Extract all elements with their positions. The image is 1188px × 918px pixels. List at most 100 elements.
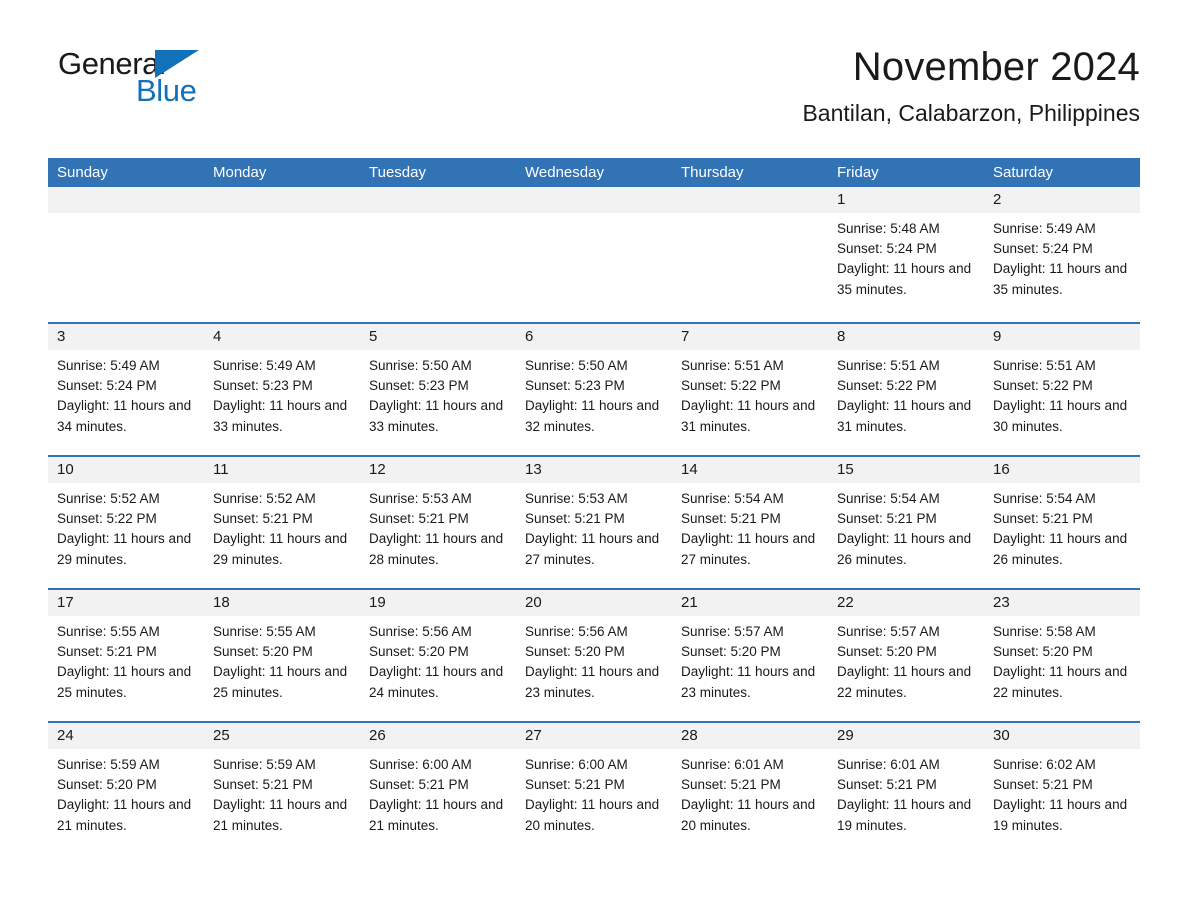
- sunset-text: Sunset: 5:22 PM: [837, 378, 937, 394]
- day-cell[interactable]: 10 Sunrise: 5:52 AM Sunset: 5:22 PM Dayligh…: [48, 457, 204, 588]
- day-number: 27: [516, 723, 672, 749]
- day-cell[interactable]: 14 Sunrise: 5:54 AM Sunset: 5:21 PM Dayligh…: [672, 457, 828, 588]
- sunrise-text: Sunrise: 5:51 AM: [837, 358, 940, 373]
- day-cell[interactable]: 12 Sunrise: 5:53 AM Sunset: 5:21 PM Dayligh…: [360, 457, 516, 588]
- sunrise-text: Sunrise: 5:51 AM: [993, 358, 1096, 373]
- day-cell[interactable]: 9 Sunrise: 5:51 AM Sunset: 5:22 PM Daylight…: [984, 324, 1140, 455]
- day-number: [360, 187, 516, 213]
- daylight-text: Daylight: 11 hours and 25 minutes.: [57, 664, 192, 700]
- day-number: 5: [360, 324, 516, 350]
- day-cell[interactable]: 29 Sunrise: 6:01 AM Sunset: 5:21 PM Dayligh…: [828, 723, 984, 854]
- sunset-text: Sunset: 5:20 PM: [993, 644, 1093, 660]
- day-cell[interactable]: 3 Sunrise: 5:49 AM Sunset: 5:24 PM Daylight…: [48, 324, 204, 455]
- day-cell[interactable]: 16 Sunrise: 5:54 AM Sunset: 5:21 PM Dayligh…: [984, 457, 1140, 588]
- day-details: Sunrise: 5:53 AM Sunset: 5:21 PM Daylight:…: [516, 483, 672, 570]
- sunset-text: Sunset: 5:21 PM: [993, 777, 1093, 793]
- sunset-text: Sunset: 5:24 PM: [57, 378, 157, 394]
- sunset-text: Sunset: 5:21 PM: [213, 777, 313, 793]
- sunrise-text: Sunrise: 5:54 AM: [837, 491, 940, 506]
- day-cell[interactable]: 6 Sunrise: 5:50 AM Sunset: 5:23 PM Daylight…: [516, 324, 672, 455]
- day-cell[interactable]: 21 Sunrise: 5:57 AM Sunset: 5:20 PM Dayligh…: [672, 590, 828, 721]
- day-cell[interactable]: 19 Sunrise: 5:56 AM Sunset: 5:20 PM Dayligh…: [360, 590, 516, 721]
- day-cell[interactable]: 27 Sunrise: 6:00 AM Sunset: 5:21 PM Dayligh…: [516, 723, 672, 854]
- day-cell[interactable]: 30 Sunrise: 6:02 AM Sunset: 5:21 PM Dayligh…: [984, 723, 1140, 854]
- day-number: 6: [516, 324, 672, 350]
- sunset-text: Sunset: 5:21 PM: [525, 777, 625, 793]
- day-details: Sunrise: 5:50 AM Sunset: 5:23 PM Daylight:…: [516, 350, 672, 437]
- day-cell[interactable]: 7 Sunrise: 5:51 AM Sunset: 5:22 PM Daylight…: [672, 324, 828, 455]
- daylight-text: Daylight: 11 hours and 22 minutes.: [993, 664, 1128, 700]
- calendar-table: Sunday Monday Tuesday Wednesday Thursday Frid…: [48, 158, 1140, 854]
- general-blue-logo[interactable]: General Blue: [58, 48, 218, 118]
- day-number: 14: [672, 457, 828, 483]
- sunset-text: Sunset: 5:21 PM: [681, 777, 781, 793]
- day-cell[interactable]: 18 Sunrise: 5:55 AM Sunset: 5:20 PM Dayligh…: [204, 590, 360, 721]
- calendar-week-row: 24 Sunrise: 5:59 AM Sunset: 5:20 PM Dayligh…: [48, 721, 1140, 854]
- day-number: 26: [360, 723, 516, 749]
- daylight-text: Daylight: 11 hours and 31 minutes.: [681, 398, 816, 434]
- sunset-text: Sunset: 5:21 PM: [525, 511, 625, 527]
- location-subtitle: Bantilan, Calabarzon, Philippines: [802, 100, 1140, 126]
- sunrise-text: Sunrise: 5:58 AM: [993, 624, 1096, 639]
- day-cell-empty: [360, 187, 516, 322]
- day-cell-empty: [516, 187, 672, 322]
- sunset-text: Sunset: 5:20 PM: [57, 777, 157, 793]
- day-cell[interactable]: 15 Sunrise: 5:54 AM Sunset: 5:21 PM Dayligh…: [828, 457, 984, 588]
- title-block: November 2024 Bantilan, Calabarzon, Phil…: [802, 44, 1140, 126]
- sunrise-text: Sunrise: 5:57 AM: [837, 624, 940, 639]
- day-details: Sunrise: 5:59 AM Sunset: 5:21 PM Daylight:…: [204, 749, 360, 836]
- day-cell[interactable]: 2 Sunrise: 5:49 AM Sunset: 5:24 PM Daylight…: [984, 187, 1140, 322]
- daylight-text: Daylight: 11 hours and 24 minutes.: [369, 664, 504, 700]
- day-details: Sunrise: 5:51 AM Sunset: 5:22 PM Daylight:…: [828, 350, 984, 437]
- day-details: Sunrise: 5:58 AM Sunset: 5:20 PM Daylight:…: [984, 616, 1140, 703]
- day-cell[interactable]: 4 Sunrise: 5:49 AM Sunset: 5:23 PM Daylight…: [204, 324, 360, 455]
- day-cell[interactable]: 13 Sunrise: 5:53 AM Sunset: 5:21 PM Dayligh…: [516, 457, 672, 588]
- day-number: [204, 187, 360, 213]
- weekday-header-tuesday: Tuesday: [369, 164, 426, 181]
- day-number: 19: [360, 590, 516, 616]
- sunset-text: Sunset: 5:21 PM: [993, 511, 1093, 527]
- sunrise-text: Sunrise: 5:49 AM: [213, 358, 316, 373]
- day-details: Sunrise: 5:59 AM Sunset: 5:20 PM Daylight:…: [48, 749, 204, 836]
- day-number: 23: [984, 590, 1140, 616]
- page-title: November 2024: [852, 45, 1140, 89]
- day-cell[interactable]: 28 Sunrise: 6:01 AM Sunset: 5:21 PM Dayligh…: [672, 723, 828, 854]
- sunrise-text: Sunrise: 5:52 AM: [213, 491, 316, 506]
- day-cell[interactable]: 17 Sunrise: 5:55 AM Sunset: 5:21 PM Dayligh…: [48, 590, 204, 721]
- day-cell[interactable]: 24 Sunrise: 5:59 AM Sunset: 5:20 PM Dayligh…: [48, 723, 204, 854]
- sunrise-text: Sunrise: 5:59 AM: [213, 757, 316, 772]
- day-number: 11: [204, 457, 360, 483]
- daylight-text: Daylight: 11 hours and 20 minutes.: [525, 797, 660, 833]
- sunrise-text: Sunrise: 6:01 AM: [837, 757, 940, 772]
- day-cell[interactable]: 25 Sunrise: 5:59 AM Sunset: 5:21 PM Dayligh…: [204, 723, 360, 854]
- day-cell[interactable]: 8 Sunrise: 5:51 AM Sunset: 5:22 PM Daylight…: [828, 324, 984, 455]
- day-details: Sunrise: 5:49 AM Sunset: 5:24 PM Daylight:…: [984, 213, 1140, 300]
- day-cell[interactable]: 20 Sunrise: 5:56 AM Sunset: 5:20 PM Dayligh…: [516, 590, 672, 721]
- day-details: Sunrise: 6:02 AM Sunset: 5:21 PM Daylight:…: [984, 749, 1140, 836]
- calendar-week-row: 17 Sunrise: 5:55 AM Sunset: 5:21 PM Dayligh…: [48, 588, 1140, 721]
- day-number: 15: [828, 457, 984, 483]
- sunset-text: Sunset: 5:21 PM: [369, 511, 469, 527]
- day-number: 16: [984, 457, 1140, 483]
- calendar-week-row: 10 Sunrise: 5:52 AM Sunset: 5:22 PM Dayligh…: [48, 455, 1140, 588]
- day-number: 2: [984, 187, 1140, 213]
- day-details: Sunrise: 5:54 AM Sunset: 5:21 PM Daylight:…: [828, 483, 984, 570]
- sunrise-text: Sunrise: 5:48 AM: [837, 221, 940, 236]
- day-number: 3: [48, 324, 204, 350]
- sunrise-text: Sunrise: 6:02 AM: [993, 757, 1096, 772]
- sunset-text: Sunset: 5:24 PM: [837, 241, 937, 257]
- day-cell[interactable]: 22 Sunrise: 5:57 AM Sunset: 5:20 PM Dayligh…: [828, 590, 984, 721]
- day-cell[interactable]: 1 Sunrise: 5:48 AM Sunset: 5:24 PM Daylight…: [828, 187, 984, 322]
- day-cell[interactable]: 11 Sunrise: 5:52 AM Sunset: 5:21 PM Dayligh…: [204, 457, 360, 588]
- day-cell[interactable]: 23 Sunrise: 5:58 AM Sunset: 5:20 PM Dayligh…: [984, 590, 1140, 721]
- day-cell[interactable]: 26 Sunrise: 6:00 AM Sunset: 5:21 PM Dayligh…: [360, 723, 516, 854]
- daylight-text: Daylight: 11 hours and 21 minutes.: [213, 797, 348, 833]
- daylight-text: Daylight: 11 hours and 21 minutes.: [57, 797, 192, 833]
- sunrise-text: Sunrise: 5:55 AM: [213, 624, 316, 639]
- day-cell[interactable]: 5 Sunrise: 5:50 AM Sunset: 5:23 PM Daylight…: [360, 324, 516, 455]
- day-cell-empty: [204, 187, 360, 322]
- day-number: 29: [828, 723, 984, 749]
- sunrise-text: Sunrise: 5:50 AM: [525, 358, 628, 373]
- day-details: Sunrise: 5:52 AM Sunset: 5:21 PM Daylight:…: [204, 483, 360, 570]
- daylight-text: Daylight: 11 hours and 27 minutes.: [681, 531, 816, 567]
